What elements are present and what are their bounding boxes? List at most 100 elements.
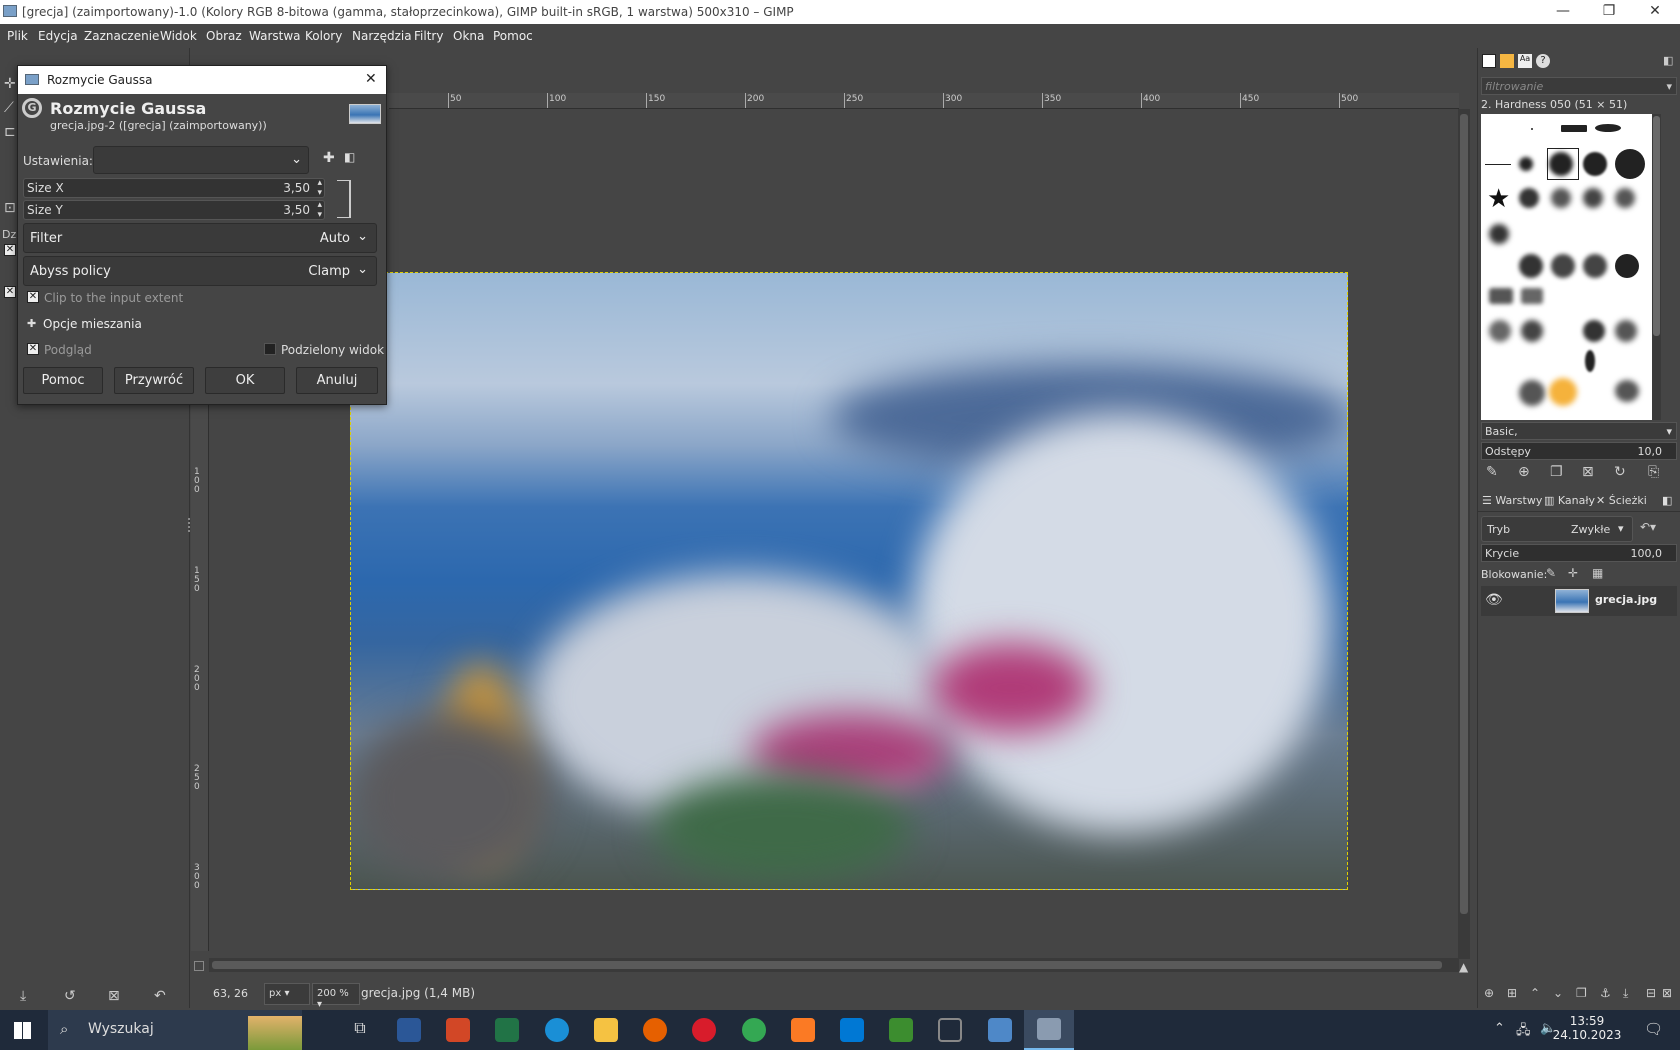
align-tool-icon[interactable]: ⟋ (4, 100, 14, 116)
merge-layer-icon[interactable]: ⤓ (1623, 986, 1628, 1001)
refresh-brushes-icon[interactable]: ↻ (1614, 464, 1626, 480)
notepadpp-icon[interactable] (889, 1018, 913, 1042)
clock[interactable]: 13:59 24.10.2023 (1552, 1014, 1622, 1042)
fonts-tab-icon[interactable]: Aa (1518, 54, 1532, 68)
help-button[interactable]: Pomoc (23, 367, 103, 394)
word-icon[interactable] (397, 1018, 421, 1042)
expand-icon[interactable]: ✚ (27, 317, 36, 330)
reset-tool-preset-icon[interactable]: ↶ (154, 988, 166, 1004)
size-y-arrows[interactable]: ▴ ▾ (317, 200, 322, 220)
menu-plik[interactable]: Plik (7, 29, 28, 43)
tray-chevron-icon[interactable]: ⌃ (1494, 1021, 1505, 1036)
help-tab-icon[interactable]: ? (1536, 54, 1550, 68)
brushes-tab-icon[interactable] (1482, 54, 1496, 68)
composite-mode-icon[interactable]: ↶▾ (1640, 520, 1656, 534)
dock-resize-handle[interactable] (188, 518, 190, 532)
brush-tag-select[interactable]: Basic, ▾ (1481, 422, 1677, 440)
layer-row[interactable]: 👁 grecja.jpg (1481, 586, 1677, 616)
menu-warstwa[interactable]: Warstwa (249, 29, 301, 43)
navigate-icon[interactable]: ▲ (1459, 960, 1468, 974)
lock-pixels-icon[interactable]: ✎ (1546, 566, 1556, 580)
gimp-task-button[interactable] (1024, 1010, 1074, 1050)
tab-paths[interactable]: ✕ Ścieżki (1596, 494, 1647, 507)
crop-tool-icon[interactable]: ⊏ (4, 124, 16, 140)
chain-link-icon[interactable] (337, 180, 351, 218)
firefox-icon[interactable] (643, 1018, 667, 1042)
chrome-icon[interactable] (742, 1018, 766, 1042)
layers-dock-menu-icon[interactable]: ◧ (1662, 494, 1672, 507)
image-canvas[interactable] (350, 272, 1348, 890)
brush-filter-input[interactable]: filtrowanie ▾ (1481, 77, 1677, 95)
tab-channels[interactable]: ▥ Kanały (1544, 494, 1595, 507)
duplicate-brush-icon[interactable]: ❐ (1550, 464, 1563, 480)
menu-edycja[interactable]: Edycja (38, 29, 78, 43)
add-preset-icon[interactable]: ✚ (323, 150, 335, 166)
volume-icon[interactable]: 🔈 (1540, 1021, 1556, 1036)
size-y-spin[interactable]: Size Y 3,50 ▴ ▾ (23, 200, 325, 220)
horizontal-scrollbar[interactable] (209, 958, 1459, 972)
split-view-checkbox[interactable] (264, 343, 276, 355)
edit-brush-icon[interactable]: ✎ (1486, 464, 1498, 480)
raise-layer-icon[interactable]: ⌃ (1530, 986, 1540, 1000)
edge-icon[interactable] (545, 1018, 569, 1042)
task-view-icon[interactable]: ⧉ (348, 1018, 372, 1042)
minimize-button[interactable]: — (1540, 0, 1586, 24)
taskbar-search[interactable]: ⌕ Wyszukaj (48, 1010, 302, 1050)
menu-okna[interactable]: Okna (453, 29, 484, 43)
preview-checkbox[interactable]: ✕ (27, 343, 39, 355)
delete-brush-icon[interactable]: ⊠ (1582, 464, 1594, 480)
virtualbox-icon[interactable] (988, 1018, 1012, 1042)
misc-app-icon[interactable] (938, 1018, 962, 1042)
file-explorer-icon[interactable] (594, 1018, 618, 1042)
restore-tool-preset-icon[interactable]: ↺ (64, 988, 76, 1004)
cancel-button[interactable]: Anuluj (296, 367, 378, 394)
new-brush-icon[interactable]: ⊕ (1518, 464, 1530, 480)
xampp-icon[interactable] (791, 1018, 815, 1042)
zoom-select[interactable]: 200 % ▾ (312, 983, 360, 1010)
size-x-spin[interactable]: Size X 3,50 ▴ ▾ (23, 178, 325, 198)
move-tool-icon[interactable]: ✛ (4, 76, 16, 92)
clip-checkbox[interactable]: ✕ (27, 291, 39, 303)
filter-select[interactable]: Filter Auto ⌄ (23, 223, 377, 253)
dock-check-2[interactable]: ✕ (4, 286, 16, 298)
menu-kolory[interactable]: Kolory (305, 29, 342, 43)
tab-layers[interactable]: ☰ Warstwy (1482, 494, 1542, 507)
duplicate-layer-icon[interactable]: ❐ (1576, 986, 1587, 1000)
menu-narzedzia[interactable]: Narzędzia (352, 29, 412, 43)
vertical-scrollbar[interactable] (1458, 109, 1470, 959)
maximize-button[interactable]: ❐ (1586, 0, 1632, 24)
size-x-arrows[interactable]: ▴ ▾ (317, 178, 322, 198)
settings-select[interactable]: ⌄ (93, 146, 309, 174)
menu-filtry[interactable]: Filtry (414, 29, 443, 43)
menu-obraz[interactable]: Obraz (206, 29, 242, 43)
layer-mode-select[interactable]: Tryb Zwykłe ▾ (1481, 516, 1633, 542)
network-icon[interactable]: 🖧 (1516, 1021, 1531, 1043)
vscode-icon[interactable] (840, 1018, 864, 1042)
brush-as-image-icon[interactable]: ⎘ (1648, 464, 1659, 480)
excel-icon[interactable] (495, 1018, 519, 1042)
patterns-tab-icon[interactable] (1500, 54, 1514, 68)
powerpoint-icon[interactable] (446, 1018, 470, 1042)
lock-position-icon[interactable]: ✛ (1568, 566, 1578, 580)
new-layer-icon[interactable]: ⊕ (1484, 986, 1494, 1000)
blend-options-label[interactable]: Opcje mieszania (43, 317, 142, 331)
preset-menu-icon[interactable]: ◧ (344, 150, 355, 164)
lock-alpha-icon[interactable]: ▦ (1592, 566, 1603, 580)
menu-widok[interactable]: Widok (160, 29, 197, 43)
brush-scrollbar[interactable] (1652, 114, 1661, 420)
size-x-value[interactable]: 3,50 (283, 181, 310, 195)
size-y-value[interactable]: 3,50 (283, 203, 310, 217)
delete-tool-preset-icon[interactable]: ⊠ (108, 988, 120, 1004)
delete-layer-icon[interactable]: ⊠ (1662, 986, 1672, 1000)
spacing-slider[interactable]: Odstępy 10,0 (1481, 442, 1677, 460)
lower-layer-icon[interactable]: ⌄ (1553, 986, 1563, 1000)
menu-pomoc[interactable]: Pomoc (493, 29, 533, 43)
unit-select[interactable]: px ▾ (264, 983, 310, 1005)
anchor-layer-icon[interactable]: ⚓ (1600, 986, 1611, 1000)
opacity-slider[interactable]: Krycie 100,0 (1481, 544, 1677, 562)
quickmask-toggle[interactable] (194, 961, 204, 971)
dock-check-1[interactable]: ✕ (4, 244, 16, 256)
transform-tool-icon[interactable]: ⊡ (4, 200, 16, 216)
opera-icon[interactable] (692, 1018, 716, 1042)
abyss-policy-select[interactable]: Abyss policy Clamp ⌄ (23, 256, 377, 286)
